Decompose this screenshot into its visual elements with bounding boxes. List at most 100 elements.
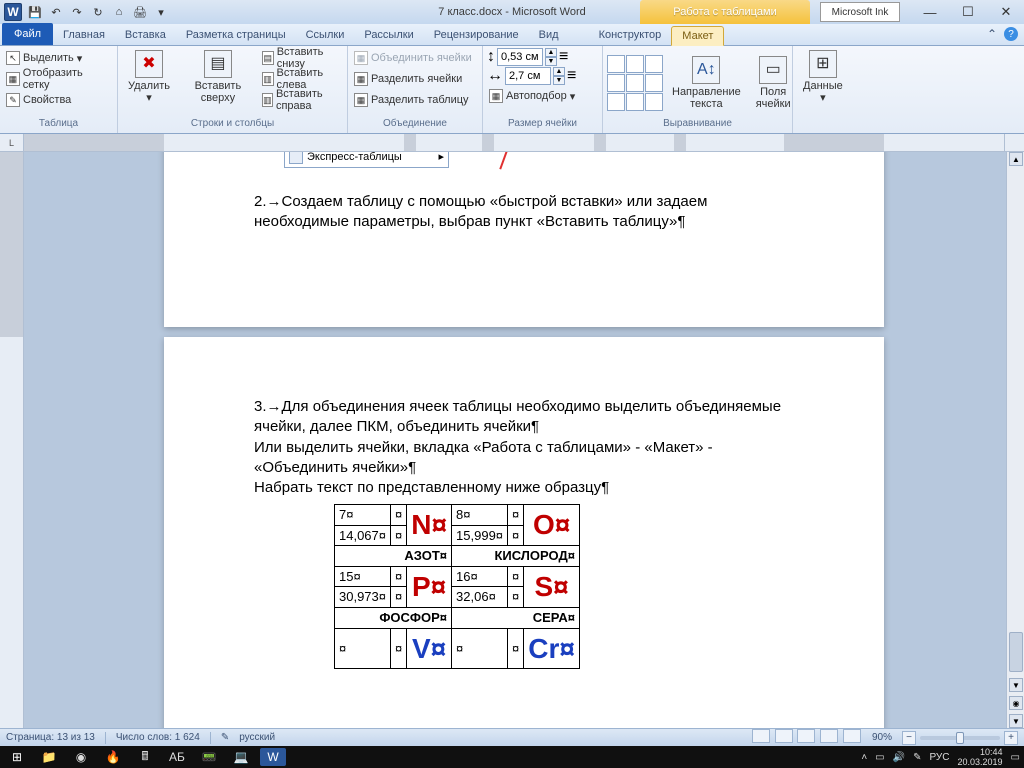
cell-margins-button[interactable]: ▭Поля ячейки xyxy=(750,54,797,112)
help-icon[interactable]: ? xyxy=(1004,27,1018,41)
distribute-rows-icon[interactable]: ≡ xyxy=(559,48,568,66)
zoom-out-button[interactable]: − xyxy=(902,731,916,745)
next-page-icon[interactable]: ▼ xyxy=(1009,714,1023,728)
ruler-toggle[interactable] xyxy=(1004,134,1024,151)
document-area[interactable]: Экспресс-таблицы▸ 2.→Создаем таблицу с п… xyxy=(24,152,1006,728)
spin-up[interactable]: ▲ xyxy=(553,67,565,76)
insert-top-button[interactable]: ▤Вставить сверху xyxy=(179,48,257,106)
insert-bottom-button[interactable]: ▤Вставить снизу xyxy=(260,48,343,68)
scroll-down-icon[interactable]: ▼ xyxy=(1009,678,1023,692)
delete-button[interactable]: ✖Удалить▾ xyxy=(122,48,176,106)
web-view[interactable] xyxy=(797,729,815,743)
save-icon[interactable]: 💾 xyxy=(27,4,43,20)
spin-down[interactable]: ▼ xyxy=(545,57,557,66)
tab-pagelayout[interactable]: Разметка страницы xyxy=(176,25,296,45)
insert-left-button[interactable]: ▥Вставить слева xyxy=(260,69,343,89)
redo-icon[interactable]: ↷ xyxy=(69,4,85,20)
explorer-icon[interactable]: 📁 xyxy=(36,748,62,766)
proofing-icon[interactable]: ✎ xyxy=(221,732,229,743)
app-icon[interactable]: 🔥 xyxy=(100,748,126,766)
split-table-button[interactable]: ▦Разделить таблицу xyxy=(352,90,474,110)
language-indicator[interactable]: РУС xyxy=(929,752,949,763)
horizontal-ruler[interactable]: L xyxy=(0,134,1024,152)
print-icon[interactable]: 🖨 xyxy=(132,4,148,20)
show-grid-button[interactable]: ▦Отобразить сетку xyxy=(4,69,113,89)
ribbon-collapse-icon[interactable]: ⌃ xyxy=(984,26,1000,42)
autofit-button[interactable]: ▦Автоподбор▾ xyxy=(487,86,577,106)
home-icon[interactable]: ⌂ xyxy=(111,4,127,20)
group-cell-size: ↕▲▼≡ ↔▲▼≡ ▦Автоподбор▾ Размер ячейки xyxy=(483,46,603,133)
scroll-thumb[interactable] xyxy=(1009,632,1023,672)
alignment-grid[interactable] xyxy=(607,55,663,111)
vertical-scrollbar[interactable]: ▲ ▼ ◉ ▼ xyxy=(1006,152,1024,728)
refresh-icon[interactable]: ↻ xyxy=(90,4,106,20)
spin-down[interactable]: ▼ xyxy=(553,76,565,85)
language-status[interactable]: русский xyxy=(239,732,275,743)
zoom-level[interactable]: 90% xyxy=(872,732,892,743)
maximize-button[interactable]: ☐ xyxy=(954,4,982,20)
tray-up-icon[interactable]: ˄ xyxy=(861,752,867,763)
tab-review[interactable]: Рецензирование xyxy=(424,25,529,45)
tab-insert[interactable]: Вставка xyxy=(115,25,176,45)
row-height-input[interactable]: ↕▲▼≡ xyxy=(487,48,577,66)
volume-icon[interactable]: 🔊 xyxy=(893,752,905,763)
clock[interactable]: 10:4420.03.2019 xyxy=(958,747,1003,767)
zoom-thumb[interactable] xyxy=(956,732,964,744)
ribbon-help: ⌃ ? xyxy=(984,26,1018,42)
group-data: ⊞Данные▾ xyxy=(793,46,853,133)
vertical-ruler[interactable] xyxy=(0,152,24,728)
zoom-in-button[interactable]: + xyxy=(1004,731,1018,745)
select-button[interactable]: ↖Выделить▾ xyxy=(4,48,113,68)
prev-page-icon[interactable]: ◉ xyxy=(1009,696,1023,710)
page: Экспресс-таблицы▸ 2.→Создаем таблицу с п… xyxy=(164,152,884,327)
app-icon[interactable]: АБ xyxy=(164,748,190,766)
tab-constructor[interactable]: Конструктор xyxy=(589,25,672,45)
chemistry-table[interactable]: 7¤¤ N¤ 8¤¤ O¤ 14,067¤¤ 15,999¤¤ АЗОТ¤ КИ… xyxy=(334,504,580,669)
file-tab[interactable]: Файл xyxy=(2,23,53,45)
table-row: ФОСФОР¤ СЕРА¤ xyxy=(335,607,580,628)
word-icon[interactable]: W xyxy=(4,3,22,21)
start-button[interactable]: ⊞ xyxy=(4,748,30,766)
group-label xyxy=(797,118,849,133)
qat-dropdown-icon[interactable]: ▾ xyxy=(153,4,169,20)
print-layout-view[interactable] xyxy=(752,729,770,743)
close-button[interactable]: ✕ xyxy=(992,4,1020,20)
minimize-button[interactable]: — xyxy=(916,4,944,20)
calculator-icon[interactable]: 🖩 xyxy=(132,748,158,766)
zoom-slider[interactable]: − + xyxy=(902,731,1018,745)
scroll-up-icon[interactable]: ▲ xyxy=(1009,152,1023,166)
data-button[interactable]: ⊞Данные▾ xyxy=(797,48,849,106)
tab-home[interactable]: Главная xyxy=(53,25,115,45)
window-title: 7 класс.docx - Microsoft Word xyxy=(438,6,585,18)
tab-references[interactable]: Ссылки xyxy=(296,25,355,45)
split-cells-button[interactable]: ▦Разделить ячейки xyxy=(352,69,474,89)
network-icon[interactable]: ▭ xyxy=(875,752,884,763)
undo-icon[interactable]: ↶ xyxy=(48,4,64,20)
properties-button[interactable]: ✎Свойства xyxy=(4,90,113,110)
spin-up[interactable]: ▲ xyxy=(545,48,557,57)
outline-view[interactable] xyxy=(820,729,838,743)
app-icon[interactable]: 💻 xyxy=(228,748,254,766)
distribute-cols-icon[interactable]: ≡ xyxy=(567,67,576,85)
tab-view[interactable]: Вид xyxy=(529,25,569,45)
pen-icon[interactable]: ✎ xyxy=(913,752,921,763)
app-icon[interactable]: 📟 xyxy=(196,748,222,766)
group-label: Размер ячейки xyxy=(487,118,598,133)
col-width-input[interactable]: ↔▲▼≡ xyxy=(487,67,577,85)
tab-layout[interactable]: Макет xyxy=(671,26,724,46)
fullscreen-view[interactable] xyxy=(775,729,793,743)
chrome-icon[interactable]: ◉ xyxy=(68,748,94,766)
ink-tab[interactable]: Microsoft Ink xyxy=(820,2,900,22)
express-tables-menu[interactable]: Экспресс-таблицы▸ xyxy=(284,152,449,168)
tab-mailings[interactable]: Рассылки xyxy=(354,25,423,45)
word-taskbar-icon[interactable]: W xyxy=(260,748,286,766)
word-count[interactable]: Число слов: 1 624 xyxy=(116,732,200,743)
draft-view[interactable] xyxy=(843,729,861,743)
insert-right-button[interactable]: ▥Вставить справа xyxy=(260,90,343,110)
system-tray: ˄ ▭ 🔊 ✎ РУС 10:4420.03.2019 ▭ xyxy=(861,747,1020,767)
ruler-corner[interactable]: L xyxy=(0,134,24,151)
text-direction-button[interactable]: A↕Направление текста xyxy=(666,54,747,112)
notifications-icon[interactable]: ▭ xyxy=(1011,752,1020,763)
page-status[interactable]: Страница: 13 из 13 xyxy=(6,732,95,743)
status-bar: Страница: 13 из 13 Число слов: 1 624 ✎ р… xyxy=(0,728,1024,746)
